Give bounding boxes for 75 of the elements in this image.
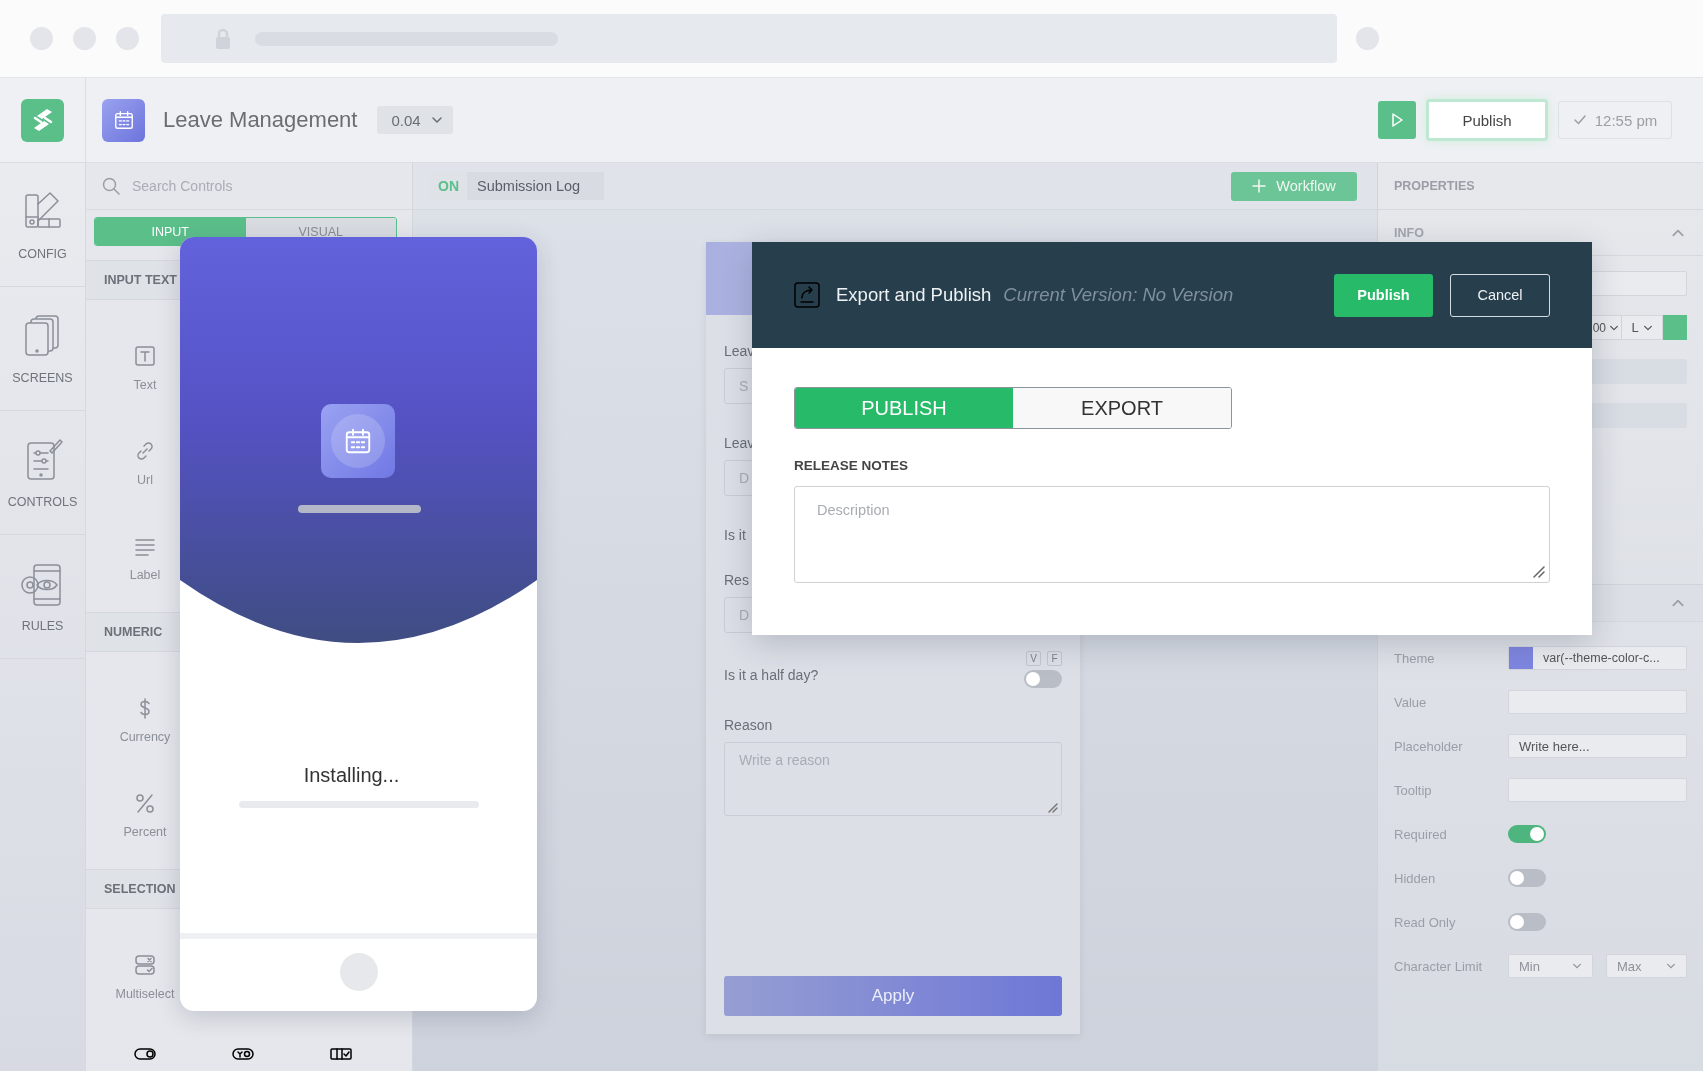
round-button[interactable]: [1356, 27, 1379, 50]
text-icon: [134, 345, 156, 367]
field-label: RELEASE NOTES: [794, 457, 910, 474]
toggle-switch[interactable]: [1508, 869, 1546, 887]
publish-button[interactable]: Publish: [1334, 273, 1433, 317]
field-label: Is it: [724, 526, 746, 544]
address-bar[interactable]: [161, 14, 1337, 63]
property-label: Required: [1394, 826, 1448, 842]
control-item[interactable]: Currency: [96, 673, 194, 768]
field-label: Res: [724, 571, 749, 589]
rail-item[interactable]: SCREENS: [0, 287, 85, 411]
chevron-down-icon: [1572, 961, 1582, 971]
submission-log-tab[interactable]: Submission Log: [467, 172, 605, 200]
play-button[interactable]: [1378, 101, 1416, 139]
color-swatch: [1509, 647, 1533, 669]
field-label: Reason: [724, 716, 773, 734]
color-swatch[interactable]: [1663, 315, 1687, 340]
window-button[interactable]: [30, 27, 53, 50]
play-icon: [1389, 112, 1405, 128]
field-label: Is it a half day?: [724, 666, 819, 684]
property-label: Theme: [1394, 650, 1436, 666]
search-icon: [102, 177, 120, 195]
mode-tab[interactable]: PUBLISH: [795, 388, 1013, 428]
property-label: Character Limit: [1394, 958, 1484, 974]
mode-tab[interactable]: EXPORT: [1013, 388, 1231, 428]
install-status: Installing...: [302, 764, 401, 787]
control-item[interactable]: Multiselect: [96, 930, 194, 1025]
modal-title: Export and Publish: [836, 284, 992, 306]
flag-badge: F: [1047, 651, 1062, 666]
publish-button[interactable]: Publish: [1426, 99, 1548, 141]
select-field[interactable]: L: [1622, 315, 1663, 340]
resize-handle-icon: [1048, 803, 1058, 813]
toggle-switch[interactable]: [1508, 825, 1546, 843]
version-note: Current Version: No Version: [1003, 284, 1234, 306]
min-select[interactable]: Min: [1508, 954, 1593, 978]
property-label: Tooltip: [1394, 782, 1433, 798]
apply-button[interactable]: Apply: [724, 976, 1062, 1016]
rail-item[interactable]: RULES: [0, 535, 85, 659]
home-button[interactable]: [340, 953, 378, 991]
percent-icon: [134, 792, 156, 814]
rail-item[interactable]: CONTROLS: [0, 411, 85, 535]
property-label: Hidden: [1394, 870, 1437, 886]
app-title: Leave Management: [163, 107, 358, 133]
control-item[interactable]: Url: [96, 416, 194, 511]
control-item[interactable]: Label: [96, 511, 194, 606]
rail-item[interactable]: CONFIG: [0, 163, 85, 287]
release-notes-field[interactable]: Description: [794, 486, 1550, 583]
link-icon: [134, 440, 156, 462]
toggle-switch[interactable]: [1508, 913, 1546, 931]
control-item[interactable]: Percent: [96, 768, 194, 863]
panel-title: PROPERTIES: [1378, 163, 1703, 210]
toggle-switch[interactable]: [1024, 670, 1062, 688]
input-field[interactable]: Write here...: [1508, 734, 1687, 758]
check-icon: [1572, 113, 1587, 127]
max-select[interactable]: Max: [1606, 954, 1687, 978]
theme-field[interactable]: var(--theme-color-c...: [1508, 646, 1687, 670]
plus-icon: [1252, 179, 1267, 193]
control-item[interactable]: Text: [96, 321, 194, 416]
calendar-icon: [112, 109, 135, 131]
chevron-down-icon: [1666, 961, 1676, 971]
cancel-button[interactable]: Cancel: [1450, 273, 1550, 317]
window-button[interactable]: [73, 27, 96, 50]
version-dropdown[interactable]: 0.04: [377, 106, 453, 134]
multiselect-icon: [134, 954, 156, 976]
property-label: Placeholder: [1394, 738, 1464, 754]
calendar-icon: [343, 426, 373, 456]
chevron-down-icon: [430, 114, 443, 126]
window-button[interactable]: [116, 27, 139, 50]
property-label: Read Only: [1394, 914, 1457, 930]
search-field[interactable]: Search Controls: [102, 177, 233, 195]
flag-badge: V: [1026, 651, 1041, 666]
property-label: Value: [1394, 694, 1428, 710]
export-icon: [794, 282, 820, 308]
workflow-button[interactable]: Workflow: [1231, 171, 1357, 201]
resize-handle-icon: [1533, 566, 1545, 578]
